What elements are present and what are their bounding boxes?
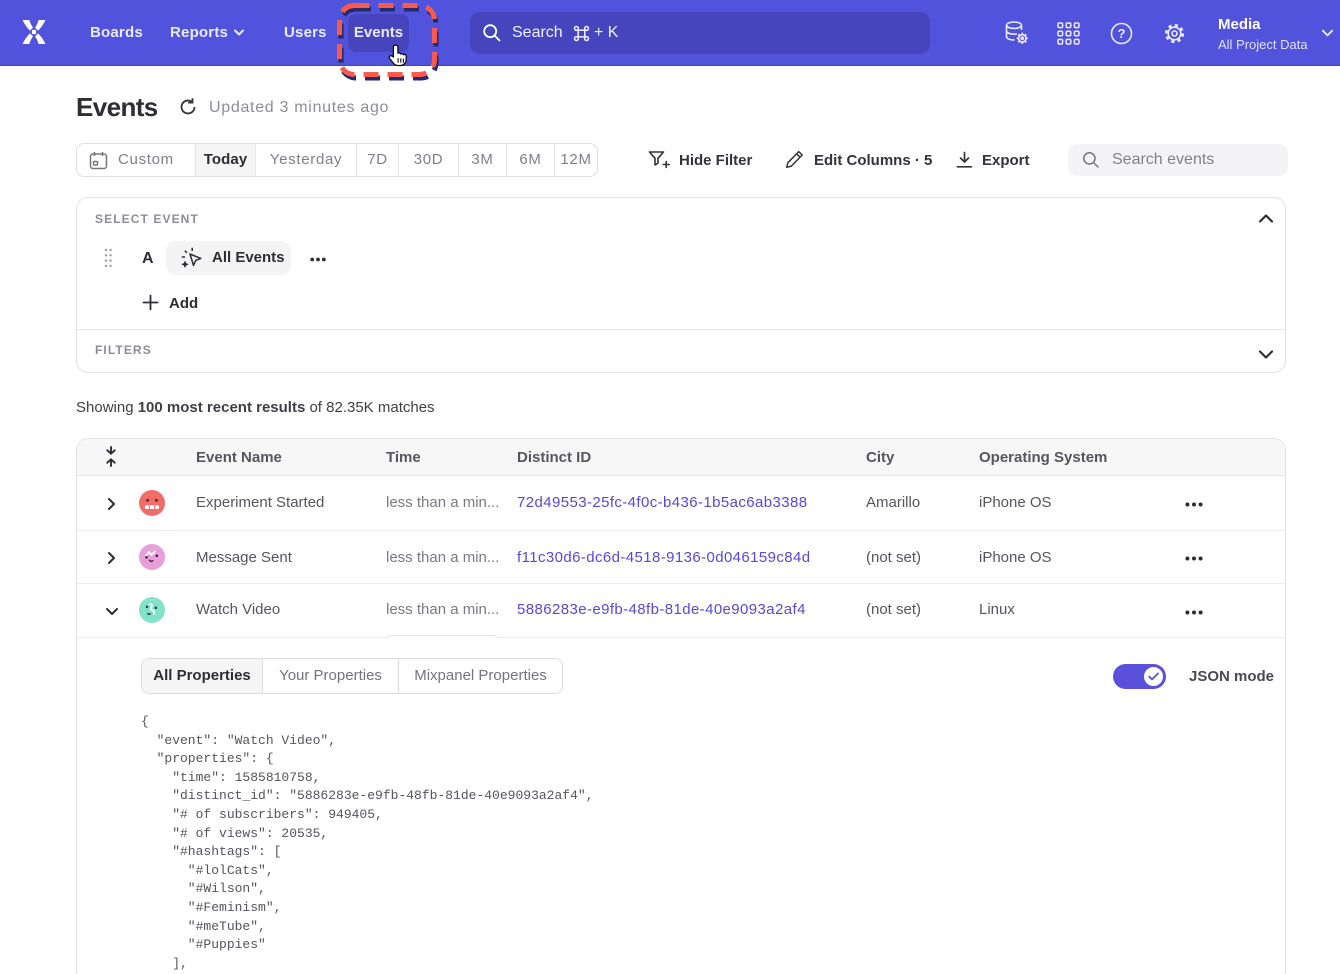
svg-text:?: ? (1118, 26, 1126, 41)
